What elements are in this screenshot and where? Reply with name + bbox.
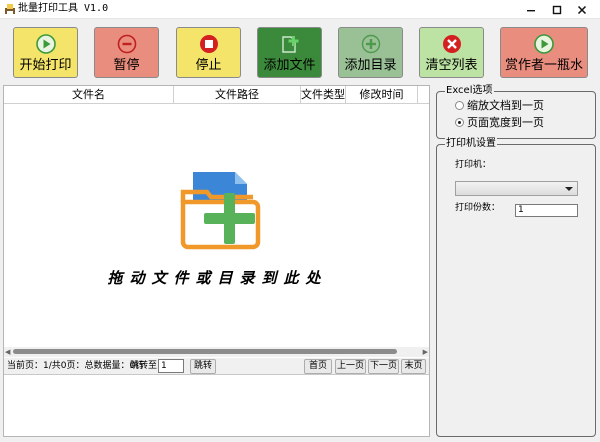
first-page-button[interactable]: 首页 bbox=[304, 359, 332, 374]
copies-input[interactable]: 1 bbox=[515, 204, 578, 217]
window-title: 批量打印工具 V1.0 bbox=[18, 3, 109, 14]
add-file-icon bbox=[281, 36, 298, 53]
add-file-label: 添加文件 bbox=[263, 58, 316, 73]
add-folder-icon bbox=[361, 34, 380, 54]
clear-list-button[interactable]: 清空列表 bbox=[419, 27, 484, 78]
drop-zone-icon bbox=[180, 172, 261, 250]
maximize-icon bbox=[552, 5, 562, 15]
radio-unchecked-icon bbox=[455, 101, 464, 110]
add-folder-button[interactable]: 添加目录 bbox=[338, 27, 403, 78]
clear-list-label: 清空列表 bbox=[425, 58, 478, 73]
column-header-filetype[interactable]: 文件类型 bbox=[301, 86, 346, 104]
column-header-filename[interactable]: 文件名 bbox=[4, 86, 174, 104]
pause-button[interactable]: 暂停 bbox=[94, 27, 159, 78]
column-header-filepath[interactable]: 文件路径 bbox=[174, 86, 301, 104]
radio-fit-width[interactable]: 页面宽度到一页 bbox=[455, 116, 544, 129]
pager-bar: 当前页：1/共0页：总数据量：0行 跳转至 跳转 首页 上一页 下一页 末页 bbox=[4, 358, 429, 375]
play-icon bbox=[35, 34, 56, 54]
chevron-down-icon bbox=[565, 187, 573, 191]
close-icon bbox=[577, 5, 587, 15]
radio-fit-document-label: 缩放文档到一页 bbox=[467, 99, 544, 112]
minimize-button[interactable] bbox=[519, 0, 543, 19]
horizontal-scrollbar[interactable]: ◀ ▶ bbox=[4, 347, 429, 357]
excel-options-legend: Excel选项 bbox=[445, 85, 494, 97]
scroll-left-icon[interactable]: ◀ bbox=[5, 348, 10, 356]
maximize-button[interactable] bbox=[545, 0, 569, 19]
next-page-button[interactable]: 下一页 bbox=[368, 359, 399, 374]
scrollbar-thumb[interactable] bbox=[13, 349, 397, 354]
drop-hint-text: 拖动文件或目录到此处 bbox=[107, 269, 328, 287]
start-print-label: 开始打印 bbox=[19, 58, 72, 73]
title-bar: 批量打印工具 V1.0 bbox=[0, 0, 600, 19]
excel-options-group: Excel选项 缩放文档到一页 页面宽度到一页 bbox=[436, 85, 596, 139]
last-page-button[interactable]: 末页 bbox=[401, 359, 426, 374]
donate-button[interactable]: 赏作者一瓶水 bbox=[500, 27, 588, 78]
minimize-icon bbox=[527, 10, 535, 12]
pause-label: 暂停 bbox=[113, 58, 140, 73]
radio-checked-icon bbox=[455, 118, 464, 127]
column-header-modified[interactable]: 修改时间 bbox=[346, 86, 418, 104]
minus-circle-icon bbox=[117, 34, 136, 54]
app-icon bbox=[5, 4, 15, 14]
radio-fit-width-label: 页面宽度到一页 bbox=[467, 116, 544, 129]
prev-page-button[interactable]: 上一页 bbox=[335, 359, 366, 374]
stop-button[interactable]: 停止 bbox=[176, 27, 241, 78]
jump-page-input[interactable] bbox=[158, 359, 184, 373]
add-file-button[interactable]: 添加文件 bbox=[257, 27, 322, 78]
printer-settings-group: 打印机设置 打印机： 打印份数： 1 bbox=[436, 138, 596, 437]
printer-settings-legend: 打印机设置 bbox=[445, 138, 497, 150]
clear-icon bbox=[442, 35, 461, 53]
start-print-button[interactable]: 开始打印 bbox=[13, 27, 78, 78]
printer-label: 打印机： bbox=[455, 160, 492, 170]
jump-label: 跳转至 bbox=[130, 361, 158, 371]
page-info: 当前页：1/共0页：总数据量：0行 bbox=[7, 361, 145, 371]
radio-fit-document[interactable]: 缩放文档到一页 bbox=[455, 99, 544, 112]
scroll-right-icon[interactable]: ▶ bbox=[423, 348, 428, 356]
donate-label: 赏作者一瓶水 bbox=[504, 58, 583, 73]
donate-icon bbox=[534, 34, 554, 54]
printer-select[interactable] bbox=[455, 181, 578, 196]
column-header-extra[interactable] bbox=[418, 86, 429, 104]
jump-button[interactable]: 跳转 bbox=[190, 359, 216, 374]
copies-label: 打印份数： bbox=[455, 203, 501, 213]
file-list-panel[interactable]: 文件名 文件路径 文件类型 修改时间 拖动文件或目录到此处 ◀ ▶ 当前页：1/… bbox=[3, 85, 430, 437]
stop-icon bbox=[199, 35, 218, 53]
stop-label: 停止 bbox=[195, 58, 222, 73]
close-button[interactable] bbox=[570, 0, 594, 19]
add-folder-label: 添加目录 bbox=[344, 58, 397, 73]
